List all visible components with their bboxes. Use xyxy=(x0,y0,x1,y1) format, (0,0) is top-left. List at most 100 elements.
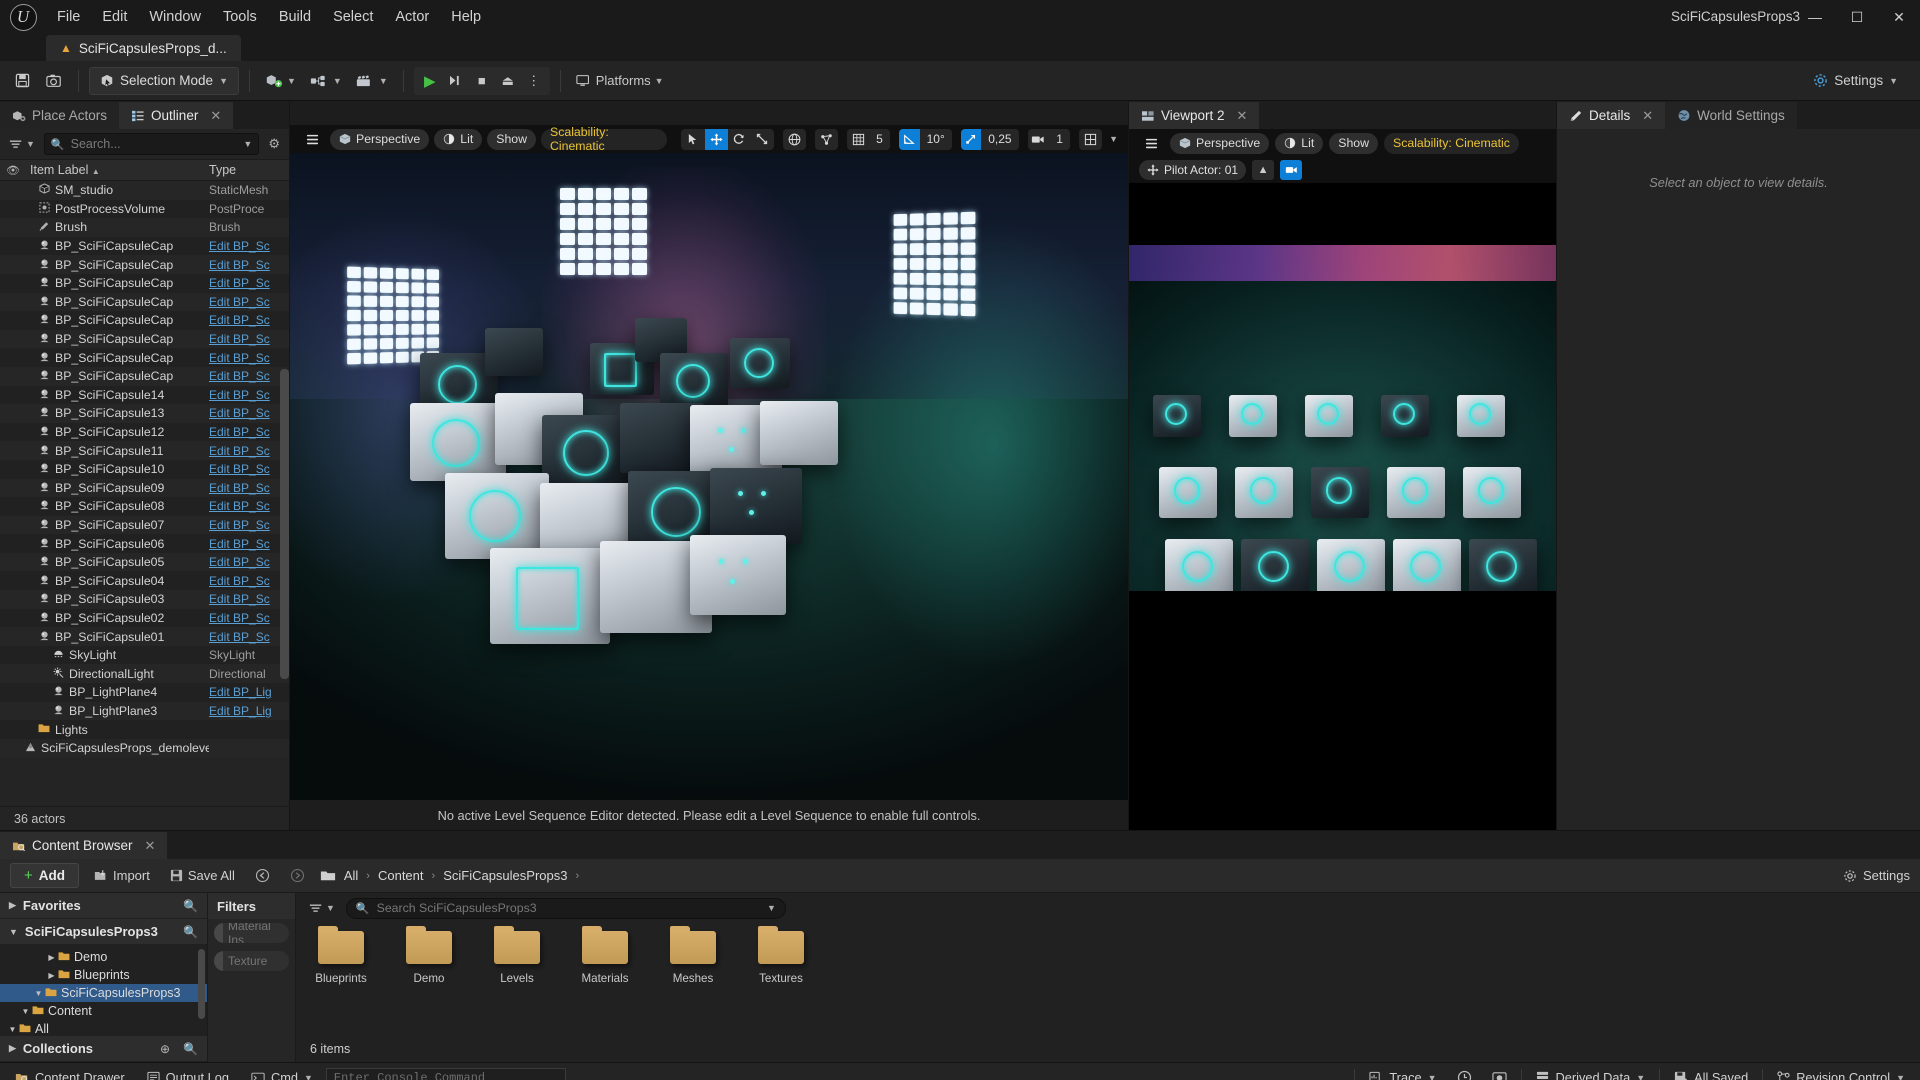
content-browser-settings-button[interactable]: Settings xyxy=(1843,868,1910,883)
skip-button[interactable] xyxy=(444,69,468,93)
asset-folder-item[interactable]: Meshes xyxy=(662,926,724,985)
outliner-row-type[interactable]: Edit BP_Sc xyxy=(209,611,289,625)
tab-place-actors[interactable]: Place Actors xyxy=(0,102,120,129)
viewport-menu-button[interactable] xyxy=(300,129,325,150)
scale-snap-icon[interactable] xyxy=(960,128,982,150)
outliner-row-type[interactable]: Edit BP_Lig xyxy=(209,685,289,699)
grid-snap-value[interactable]: 5 xyxy=(869,128,890,150)
viewport-2-canvas[interactable] xyxy=(1129,183,1556,830)
outliner-row[interactable]: BP_SciFiCapsule05 Edit BP_Sc xyxy=(0,552,289,572)
scalability-button[interactable]: Scalability: Cinematic xyxy=(541,125,668,153)
column-item-label[interactable]: Item Label ▲ xyxy=(26,163,209,177)
outliner-row[interactable]: BP_SciFiCapsule03 Edit BP_Sc xyxy=(0,590,289,609)
outliner-row-type[interactable]: Edit BP_Sc xyxy=(209,406,289,420)
play-button[interactable]: ▶ xyxy=(418,69,442,93)
outliner-row[interactable]: Brush Brush xyxy=(0,218,289,237)
chevron-down-icon[interactable]: ▼ xyxy=(243,139,252,149)
viewport-layout-icon[interactable] xyxy=(1079,129,1102,150)
chevron-down-icon[interactable]: ▼ xyxy=(333,76,342,86)
outliner-row[interactable]: BP_SciFiCapsuleCap Edit BP_Sc xyxy=(0,311,289,330)
back-button[interactable] xyxy=(250,865,275,886)
asset-folder-item[interactable]: Levels xyxy=(486,926,548,985)
forward-button[interactable] xyxy=(285,865,310,886)
favorites-section[interactable]: ▶ Favorites 🔍 xyxy=(0,893,207,919)
chevron-right-icon[interactable]: ▶ xyxy=(45,953,58,962)
viewport-2-perspective-button[interactable]: Perspective xyxy=(1170,132,1270,154)
outliner-row-type[interactable]: Edit BP_Sc xyxy=(209,518,289,532)
outliner-row-type[interactable]: Edit BP_Sc xyxy=(209,537,289,551)
surface-snap-icon[interactable] xyxy=(815,129,838,150)
menu-file[interactable]: File xyxy=(46,3,91,31)
outliner-row-type[interactable]: Edit BP_Sc xyxy=(209,369,289,383)
selection-mode-button[interactable]: Selection Mode ▼ xyxy=(89,66,239,95)
camera-speed-value[interactable]: 1 xyxy=(1049,128,1070,150)
content-browser-search-input[interactable]: 🔍 Search SciFiCapsulesProps3 ▼ xyxy=(345,897,786,919)
outliner-row-type[interactable]: Edit BP_Sc xyxy=(209,444,289,458)
eject-button[interactable]: ⏏ xyxy=(496,69,520,93)
close-icon[interactable]: ✕ xyxy=(1237,108,1248,124)
derived-data-button[interactable]: Derived Data ▼ xyxy=(1527,1066,1655,1080)
scale-snap-value[interactable]: 0,25 xyxy=(981,128,1019,150)
move-icon[interactable] xyxy=(704,128,728,150)
tree-scrollbar[interactable] xyxy=(198,949,205,1019)
revision-control-button[interactable]: Revision Control ▼ xyxy=(1768,1066,1914,1080)
add-collection-icon[interactable]: ⊕ xyxy=(160,1042,170,1056)
scale-icon[interactable] xyxy=(751,129,774,150)
screenshot-button[interactable] xyxy=(40,67,68,95)
viewport-2-show-button[interactable]: Show xyxy=(1329,132,1379,154)
select-icon[interactable] xyxy=(681,129,704,150)
outliner-row-type[interactable]: Edit BP_Sc xyxy=(209,574,289,588)
close-button[interactable]: ✕ xyxy=(1878,0,1920,34)
tab-content-browser[interactable]: Content Browser ✕ xyxy=(0,832,168,859)
menu-tools[interactable]: Tools xyxy=(212,3,268,31)
chevron-down-icon[interactable]: ▼ xyxy=(767,903,776,913)
platforms-button[interactable]: Platforms ▼ xyxy=(571,67,669,95)
outliner-row[interactable]: BP_SciFiCapsule06 Edit BP_Sc xyxy=(0,534,289,553)
all-saved-button[interactable]: All Saved xyxy=(1665,1066,1757,1080)
search-icon[interactable]: 🔍 xyxy=(183,925,198,939)
outliner-row-type[interactable]: Edit BP_Sc xyxy=(209,239,289,253)
filter-chip-texture[interactable]: Texture xyxy=(214,951,289,971)
search-icon[interactable]: 🔍 xyxy=(183,899,198,913)
source-tree-item[interactable]: ▼ Content xyxy=(0,1002,207,1020)
asset-folder-item[interactable]: Demo xyxy=(398,926,460,985)
cinematics-button[interactable]: ▼ xyxy=(351,67,393,95)
output-log-button[interactable]: Output Log xyxy=(138,1066,238,1080)
filter-chip-material-instance[interactable]: Material Ins xyxy=(214,923,289,943)
camera-icon[interactable] xyxy=(1280,160,1303,180)
level-tab[interactable]: ▲ SciFiCapsulesProps_d... xyxy=(46,35,241,61)
outliner-row-type[interactable]: Edit BP_Sc xyxy=(209,462,289,476)
outliner-row[interactable]: SciFiCapsulesProps_demolevel01 xyxy=(0,738,289,758)
world-coords-icon[interactable] xyxy=(783,129,806,150)
stop-button[interactable]: ■ xyxy=(470,69,494,93)
console-command-input[interactable]: Enter Console Command xyxy=(325,1068,566,1080)
chevron-down-icon[interactable]: ▼ xyxy=(32,989,45,998)
outliner-row-type[interactable]: Edit BP_Sc xyxy=(209,499,289,513)
outliner-row[interactable]: BP_SciFiCapsuleCap Edit BP_Sc xyxy=(0,292,289,312)
angle-snap-value[interactable]: 10° xyxy=(919,128,952,150)
menu-help[interactable]: Help xyxy=(440,3,492,31)
outliner-row[interactable]: BP_SciFiCapsule01 Edit BP_Sc xyxy=(0,627,289,646)
collections-section[interactable]: ▶ Collections ⊕ 🔍 xyxy=(0,1036,207,1062)
search-icon[interactable]: 🔍 xyxy=(183,1042,198,1056)
breadcrumb-project[interactable]: SciFiCapsulesProps3 xyxy=(443,868,567,883)
grid-snap-icon[interactable] xyxy=(847,129,869,150)
outliner-row[interactable]: SM_studio StaticMesh xyxy=(0,181,289,200)
add-button[interactable]: + Add xyxy=(10,863,80,888)
outliner-row[interactable]: BP_LightPlane4 Edit BP_Lig xyxy=(0,683,289,702)
outliner-row[interactable]: SkyLight SkyLight xyxy=(0,645,289,665)
show-button[interactable]: Show xyxy=(487,128,537,150)
asset-folder-item[interactable]: Materials xyxy=(574,926,636,985)
breadcrumb-all[interactable]: All xyxy=(344,868,358,883)
outliner-row-type[interactable]: Edit BP_Sc xyxy=(209,276,289,290)
source-tree-item[interactable]: ▶ Blueprints xyxy=(0,966,207,984)
lit-button[interactable]: Lit xyxy=(434,128,483,150)
outliner-row[interactable]: BP_SciFiCapsule07 Edit BP_Sc xyxy=(0,515,289,535)
asset-folder-item[interactable]: Textures xyxy=(750,926,812,985)
outliner-row[interactable]: BP_SciFiCapsule14 Edit BP_Sc xyxy=(0,385,289,405)
breadcrumb-content[interactable]: Content xyxy=(378,868,424,883)
chevron-down-icon[interactable]: ▼ xyxy=(1109,134,1118,144)
outliner-row[interactable]: BP_SciFiCapsule02 Edit BP_Sc xyxy=(0,608,289,628)
menu-select[interactable]: Select xyxy=(322,3,384,31)
source-tree-item[interactable]: ▶ Demo xyxy=(0,948,207,966)
